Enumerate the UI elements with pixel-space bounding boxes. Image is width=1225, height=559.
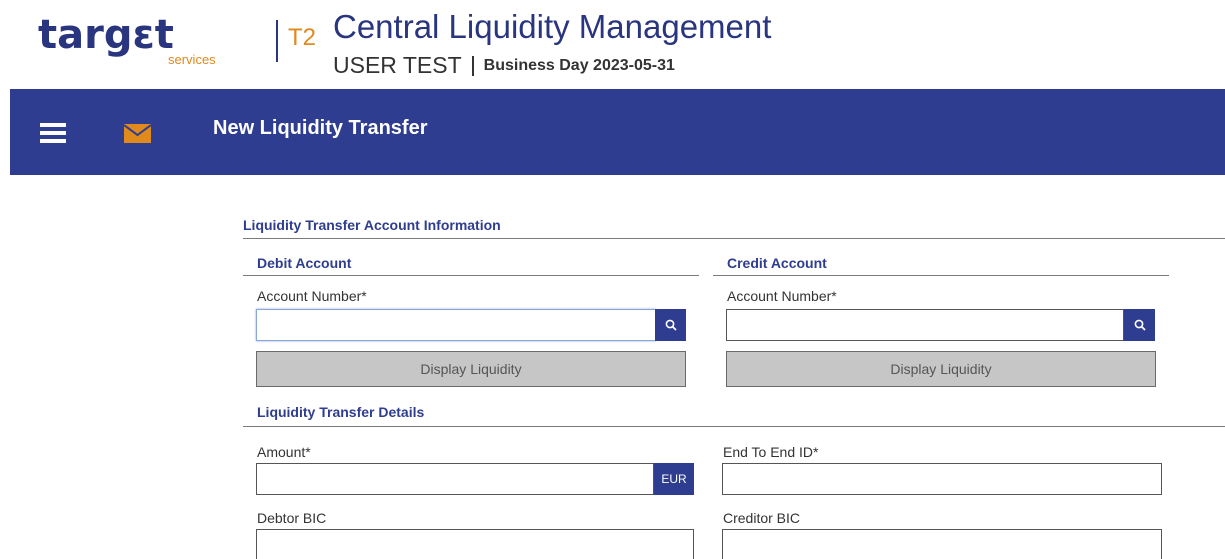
credit-account-number-input[interactable]: [726, 309, 1124, 341]
logo-wordmark: targεt: [38, 12, 174, 58]
environment-line: USER TEST Business Day 2023-05-31: [333, 52, 675, 79]
amount-label: Amount*: [257, 444, 311, 460]
envelope-icon[interactable]: [123, 124, 152, 143]
credit-account-title: Credit Account: [727, 255, 827, 271]
section-divider: [243, 238, 1225, 239]
debit-search-button[interactable]: [655, 309, 686, 341]
debit-account-number-label: Account Number*: [257, 288, 367, 304]
logo-t2-text: T2: [288, 24, 317, 51]
logo-divider: [276, 20, 278, 62]
app-title: Central Liquidity Management: [333, 8, 772, 45]
environment-label: USER TEST: [333, 52, 462, 78]
debtor-bic-input[interactable]: [256, 529, 694, 559]
currency-addon: EUR: [654, 463, 694, 495]
debit-account-title: Debit Account: [257, 255, 352, 271]
end-to-end-id-label: End To End ID*: [723, 444, 819, 460]
end-to-end-id-input[interactable]: [722, 463, 1162, 495]
navigation-bar: New Liquidity Transfer: [10, 89, 1225, 175]
credit-divider: [713, 275, 1169, 276]
environment-divider: [471, 55, 474, 76]
creditor-bic-label: Creditor BIC: [723, 510, 801, 526]
amount-input[interactable]: [256, 463, 654, 495]
credit-search-button[interactable]: [1124, 309, 1155, 341]
credit-account-number-label: Account Number*: [727, 288, 837, 304]
credit-display-liquidity-button[interactable]: Display Liquidity: [726, 351, 1156, 387]
app-header: targεt services T2 Central Liquidity Man…: [0, 0, 1225, 88]
debtor-bic-label: Debtor BIC: [257, 510, 327, 526]
logo-services-text: services: [168, 52, 216, 67]
debit-account-number-input[interactable]: [256, 309, 656, 341]
creditor-bic-input[interactable]: [722, 529, 1162, 559]
transfer-details-section-title: Liquidity Transfer Details: [257, 404, 425, 420]
hamburger-icon[interactable]: [40, 123, 66, 143]
page-title: New Liquidity Transfer: [213, 117, 428, 139]
business-day-label: Business Day 2023-05-31: [483, 56, 675, 74]
search-icon: [1134, 319, 1146, 331]
details-divider: [243, 426, 1225, 427]
debit-divider: [243, 275, 699, 276]
debit-display-liquidity-button[interactable]: Display Liquidity: [256, 351, 686, 387]
search-icon: [665, 319, 677, 331]
target-services-logo: targεt services T2: [38, 12, 316, 74]
account-info-section-title: Liquidity Transfer Account Information: [243, 217, 501, 233]
